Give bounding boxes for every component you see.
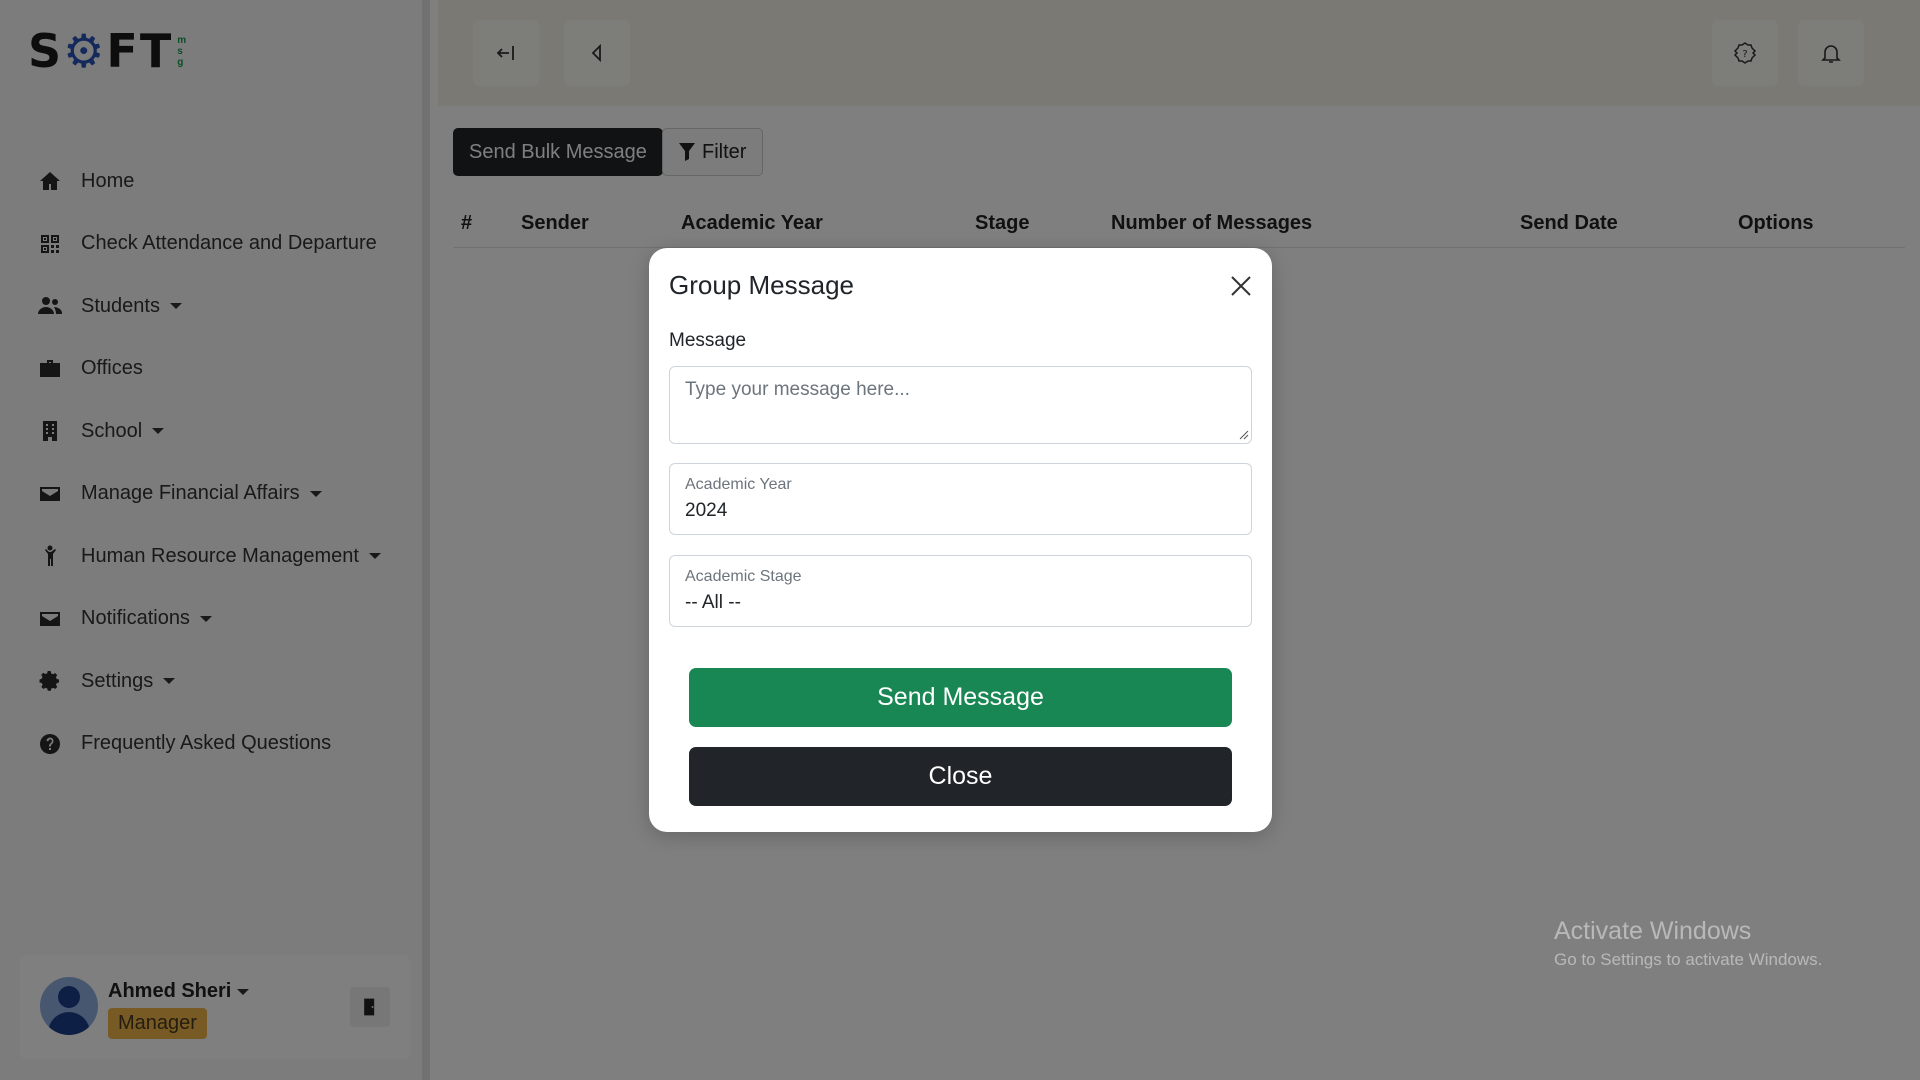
close-button[interactable]: Close [689,747,1232,806]
close-icon [1231,276,1251,296]
academic-year-label: Academic Year [685,476,792,493]
group-message-modal: Group Message Message Academic Year 2024… [649,248,1272,832]
resize-grip-icon[interactable] [1239,430,1249,440]
academic-year-value: 2024 [685,500,728,521]
academic-stage-label: Academic Stage [685,568,802,585]
message-label: Message [669,330,747,351]
academic-stage-select[interactable]: Academic Stage -- All -- [669,555,1252,627]
send-message-button[interactable]: Send Message [689,668,1232,727]
modal-title: Group Message [669,270,854,300]
watermark-subtitle: Go to Settings to activate Windows. [1554,950,1823,969]
message-textarea[interactable] [669,366,1252,444]
academic-stage-value: -- All -- [685,592,741,613]
academic-year-select[interactable]: Academic Year 2024 [669,463,1252,535]
activate-windows-watermark: Activate Windows Go to Settings to activ… [1554,917,1822,970]
modal-close-button[interactable] [1227,272,1255,300]
watermark-title: Activate Windows [1554,917,1752,945]
